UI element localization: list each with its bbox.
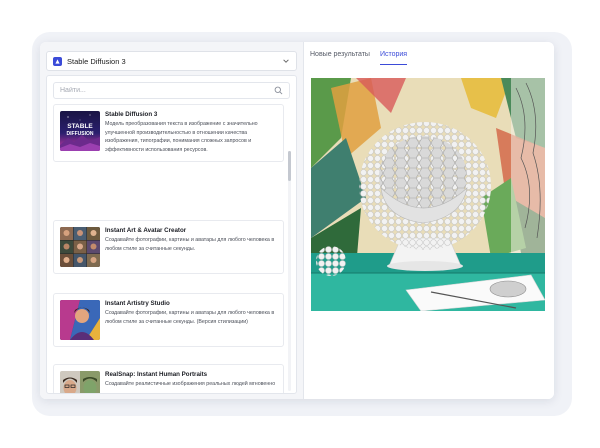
model-description: Модель преобразования текста в изображен…	[105, 121, 258, 153]
model-thumbnail	[60, 300, 100, 340]
model-description: Создавайте реалистичные изображения реал…	[105, 381, 276, 387]
results-panel: Новые результаты История	[304, 42, 554, 399]
tab-new-results[interactable]: Новые результаты	[310, 51, 370, 65]
chevron-down-icon	[283, 59, 289, 63]
results-tabs: Новые результаты История	[310, 51, 408, 65]
model-card-instant-art[interactable]: Instant Art & Avatar Creator Создавайте …	[53, 220, 284, 274]
model-title: Instant Artistry Studio	[105, 300, 170, 307]
thumbnail-logo-text: STABLE	[67, 123, 93, 130]
model-thumbnail	[60, 371, 100, 393]
model-title: RealSnap: Instant Human Portraits	[105, 371, 208, 378]
model-card-realsnap[interactable]: RealSnap: Instant Human Portraits Создав…	[53, 364, 284, 393]
result-image[interactable]	[311, 78, 545, 311]
tab-history[interactable]: История	[379, 51, 408, 65]
scrollbar[interactable]	[288, 151, 291, 391]
model-selector-label: Stable Diffusion 3	[67, 56, 126, 66]
model-card-stable-diffusion[interactable]: STABLE DIFFUSION Stable Diffusion 3 Моде…	[53, 104, 284, 162]
svg-text:DIFFUSION: DIFFUSION	[67, 131, 94, 137]
model-thumbnail	[60, 227, 100, 267]
model-logo-icon	[53, 56, 62, 66]
model-description: Создавайте фотографии, картины и аватары…	[105, 310, 275, 325]
model-panel: Stable Diffusion 3 Найти... STABLE DIFFU…	[40, 42, 304, 399]
model-title: Stable Diffusion 3	[105, 111, 158, 118]
search-input[interactable]	[60, 87, 274, 94]
app-window: Stable Diffusion 3 Найти... STABLE DIFFU…	[40, 42, 554, 399]
search-icon[interactable]	[274, 86, 283, 95]
model-selector[interactable]: Stable Diffusion 3	[46, 51, 297, 71]
model-card-instant-artistry[interactable]: Instant Artistry Studio Создавайте фотог…	[53, 293, 284, 347]
model-thumbnail: STABLE DIFFUSION	[60, 111, 100, 151]
model-description: Создавайте фотографии, картины и аватары…	[105, 237, 275, 252]
scrollbar-thumb[interactable]	[288, 151, 291, 181]
model-list: STABLE DIFFUSION Stable Diffusion 3 Моде…	[46, 75, 297, 394]
search-box[interactable]	[53, 82, 290, 99]
model-title: Instant Art & Avatar Creator	[105, 227, 187, 234]
